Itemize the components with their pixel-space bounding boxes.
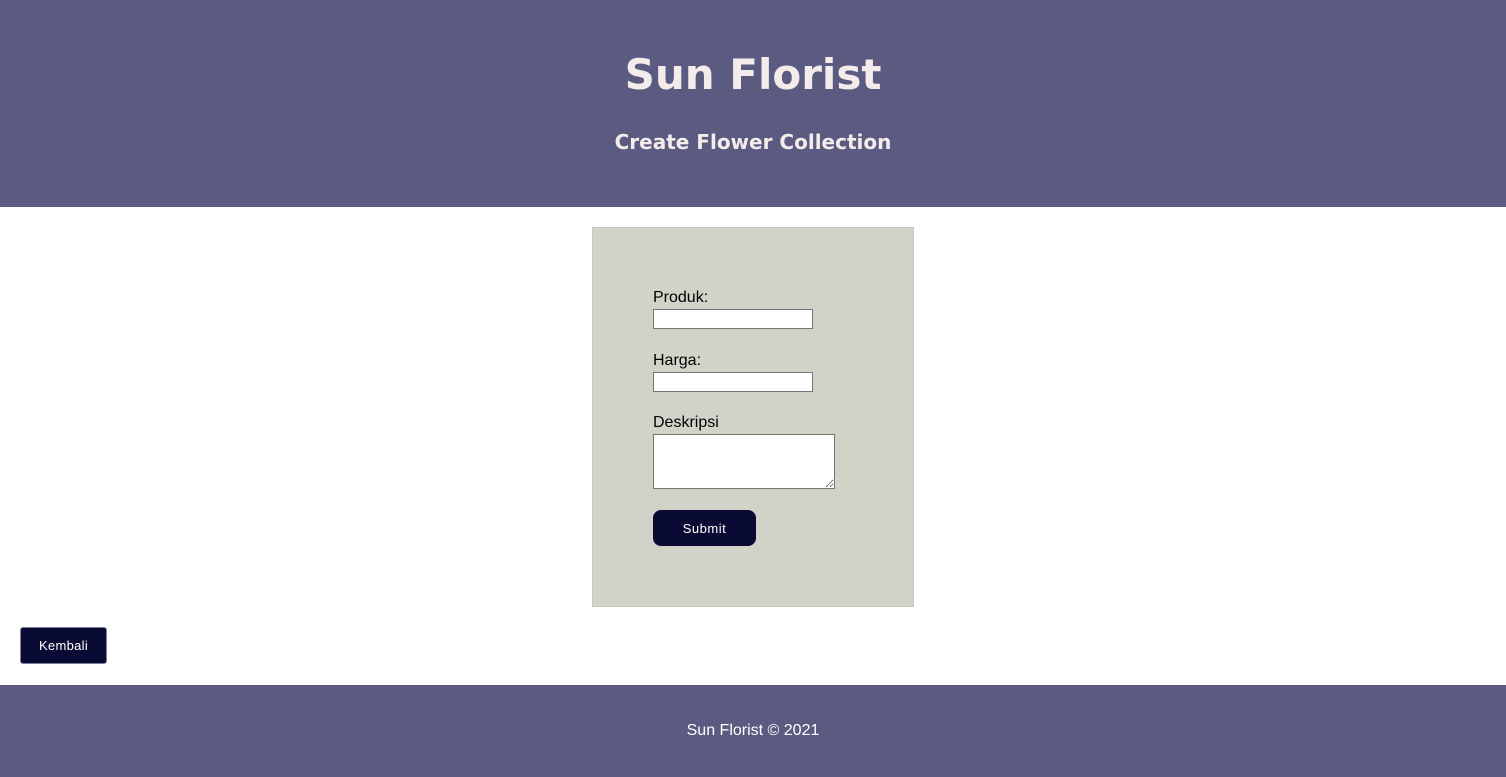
footer-copyright: Sun Florist © 2021 [686,722,820,739]
back-button[interactable]: Kembali [20,627,107,664]
submit-button[interactable]: Submit [653,510,756,546]
produk-input[interactable] [653,309,813,329]
page-header: Sun Florist Create Flower Collection [0,0,1506,207]
deskripsi-textarea[interactable] [653,434,835,489]
page-subtitle: Create Flower Collection [614,130,892,154]
create-flower-form: Produk: Harga: Deskripsi Submit [592,227,914,607]
produk-label: Produk: [653,289,709,306]
harga-input[interactable] [653,372,813,392]
page-footer: Sun Florist © 2021 [0,685,1506,777]
deskripsi-label: Deskripsi [653,414,719,431]
site-title: Sun Florist [624,50,882,99]
harga-label: Harga: [653,352,702,369]
